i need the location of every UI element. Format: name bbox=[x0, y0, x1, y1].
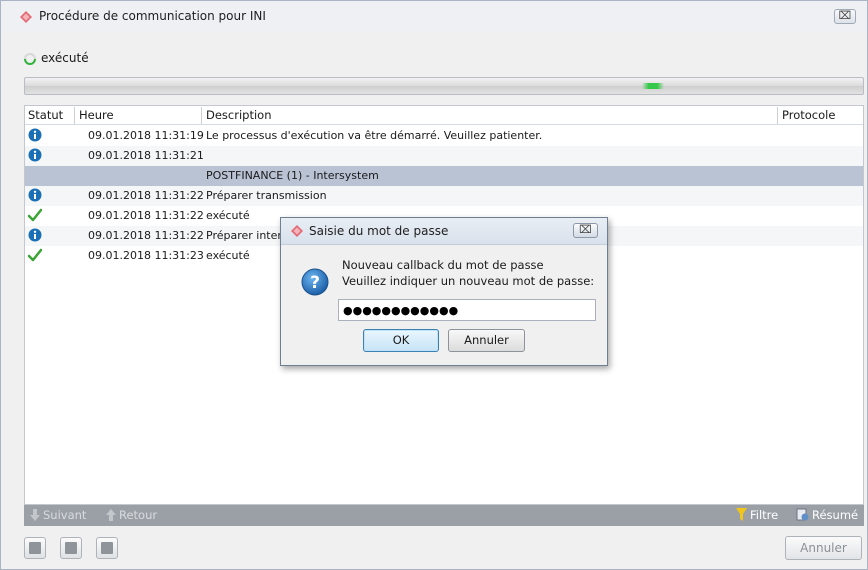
copy-button[interactable] bbox=[24, 537, 46, 559]
question-icon: ? bbox=[301, 268, 329, 296]
dialog-message-line1: Nouveau callback du mot de passe bbox=[342, 258, 544, 272]
row-description: POSTFINANCE (1) - Intersystem bbox=[206, 169, 379, 182]
dialog-cancel-button[interactable]: Annuler bbox=[448, 329, 525, 352]
group-row[interactable]: POSTFINANCE (1) - Intersystem bbox=[25, 166, 863, 186]
dialog-close-button[interactable]: ⌧ bbox=[573, 223, 598, 238]
column-header-description[interactable]: Description bbox=[203, 108, 272, 122]
row-time: 09.01.2018 11:31:23 bbox=[88, 249, 204, 262]
summary-button[interactable]: Résumé bbox=[796, 508, 858, 522]
dialog-title: Saisie du mot de passe bbox=[309, 224, 449, 238]
row-description: exécuté bbox=[206, 249, 250, 262]
row-description: Préparer transmission bbox=[206, 189, 327, 202]
row-description: Préparer inter bbox=[206, 229, 282, 242]
row-description: exécuté bbox=[206, 209, 250, 222]
checkmark-icon bbox=[28, 208, 42, 222]
row-time: 09.01.2018 11:31:22 bbox=[88, 189, 204, 202]
window-close-button[interactable]: ⌧ bbox=[834, 9, 856, 24]
save-button[interactable] bbox=[60, 537, 82, 559]
save-icon bbox=[65, 542, 77, 554]
info-icon bbox=[28, 188, 42, 202]
row-time: 09.01.2018 11:31:22 bbox=[88, 229, 204, 242]
main-window: Procédure de communication pour INI ⌧ ex… bbox=[0, 0, 868, 570]
diamond-logo-icon bbox=[291, 225, 303, 237]
status-text: exécuté bbox=[41, 51, 89, 65]
column-header-protocole[interactable]: Protocole bbox=[779, 108, 835, 122]
cancel-button[interactable]: Annuler bbox=[785, 536, 862, 560]
filter-button[interactable]: Filtre bbox=[736, 508, 778, 522]
table-header: Statut Heure Description Protocole bbox=[25, 106, 863, 125]
table-row[interactable]: 09.01.2018 11:31:21 bbox=[25, 146, 863, 166]
dialog-title-bar: Saisie du mot de passe ⌧ bbox=[281, 218, 607, 245]
dialog-message-line2: Veuillez indiquer un nouveau mot de pass… bbox=[342, 274, 595, 288]
column-separator[interactable] bbox=[201, 107, 202, 124]
summary-label: Résumé bbox=[812, 508, 859, 522]
filter-funnel-icon bbox=[736, 508, 747, 521]
progress-bar bbox=[24, 77, 864, 95]
info-icon bbox=[28, 128, 42, 142]
column-separator[interactable] bbox=[74, 107, 75, 124]
password-input[interactable] bbox=[338, 299, 596, 321]
print-button[interactable] bbox=[96, 537, 118, 559]
back-button[interactable]: Retour bbox=[106, 508, 157, 522]
table-footer-bar: Suivant Retour Filtre Résumé bbox=[24, 505, 864, 526]
column-separator[interactable] bbox=[777, 107, 778, 124]
password-dialog: Saisie du mot de passe ⌧ ? Nouveau callb… bbox=[280, 217, 608, 366]
row-time: 09.01.2018 11:31:19 bbox=[88, 129, 204, 142]
window-title: Procédure de communication pour INI bbox=[39, 9, 266, 23]
filter-label: Filtre bbox=[750, 508, 779, 522]
summary-document-icon bbox=[796, 508, 809, 521]
ok-button[interactable]: OK bbox=[363, 329, 439, 352]
row-description: Le processus d'exécution va être démarré… bbox=[206, 129, 543, 142]
copy-icon bbox=[29, 542, 41, 554]
checkmark-icon bbox=[28, 248, 42, 262]
print-icon bbox=[101, 542, 113, 554]
next-button[interactable]: Suivant bbox=[30, 508, 86, 522]
progress-indicator bbox=[642, 83, 664, 89]
table-row[interactable]: 09.01.2018 11:31:22 Préparer transmission bbox=[25, 186, 863, 206]
diamond-logo-icon bbox=[20, 11, 32, 23]
arrow-up-icon bbox=[106, 509, 116, 521]
column-header-heure[interactable]: Heure bbox=[76, 108, 114, 122]
next-label: Suivant bbox=[43, 508, 87, 522]
column-header-statut[interactable]: Statut bbox=[25, 108, 63, 122]
info-icon bbox=[28, 228, 42, 242]
arrow-down-icon bbox=[30, 509, 40, 521]
info-icon bbox=[28, 148, 42, 162]
svg-text:?: ? bbox=[310, 273, 320, 293]
row-time: 09.01.2018 11:31:21 bbox=[88, 149, 204, 162]
back-label: Retour bbox=[119, 508, 158, 522]
row-time: 09.01.2018 11:31:22 bbox=[88, 209, 204, 222]
loading-spinner-icon bbox=[24, 53, 36, 65]
table-row[interactable]: 09.01.2018 11:31:19 Le processus d'exécut… bbox=[25, 126, 863, 146]
title-bar: Procédure de communication pour INI ⌧ bbox=[1, 1, 867, 31]
